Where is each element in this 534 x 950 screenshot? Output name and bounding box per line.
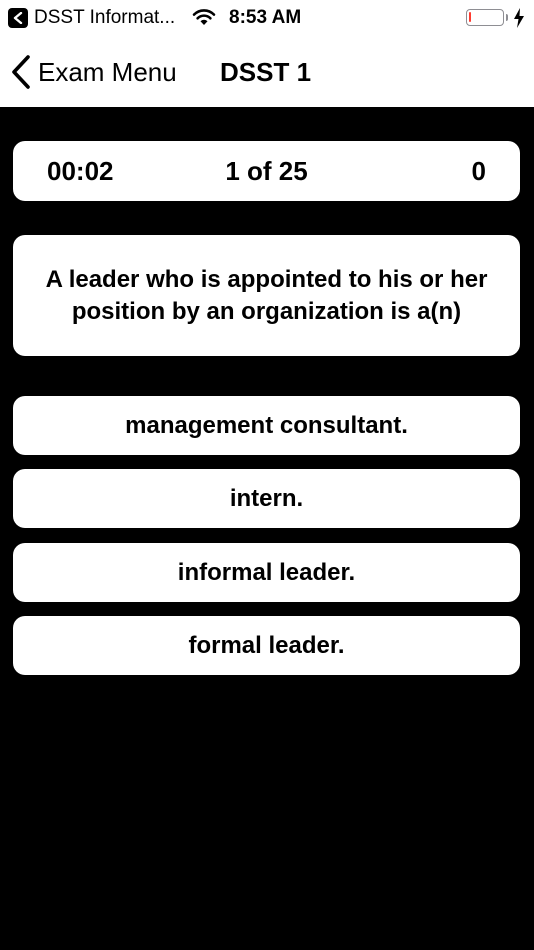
battery-level (469, 12, 471, 22)
page-title: DSST 1 (220, 57, 312, 87)
battery-tip (506, 14, 508, 21)
answer-option-2[interactable]: intern. (13, 469, 520, 528)
back-button[interactable]: Exam Menu (10, 50, 177, 94)
back-button-label: Exam Menu (38, 56, 177, 87)
answer-option-1[interactable]: management consultant. (13, 396, 520, 455)
back-to-app-icon[interactable] (8, 8, 28, 28)
wifi-icon (192, 8, 216, 31)
status-time: 8:53 AM (229, 7, 302, 28)
header: DSST Informat... 8:53 AM Exam Menu DSST … (0, 0, 534, 107)
score: 0 (471, 156, 486, 186)
question-card: A leader who is appointed to his or her … (13, 235, 520, 356)
timer: 00:02 (47, 156, 114, 186)
battery-icon (466, 9, 504, 26)
charging-bolt-icon (513, 8, 525, 33)
answer-option-3[interactable]: informal leader. (13, 543, 520, 602)
question-text: A leader who is appointed to his or her … (45, 265, 488, 325)
answer-option-4[interactable]: formal leader. (13, 616, 520, 675)
stats-bar: 1 of 25 00:02 0 (13, 141, 520, 201)
status-app-name[interactable]: DSST Informat... (34, 6, 175, 30)
chevron-left-icon (10, 54, 32, 90)
status-bar: DSST Informat... 8:53 AM (0, 0, 534, 36)
